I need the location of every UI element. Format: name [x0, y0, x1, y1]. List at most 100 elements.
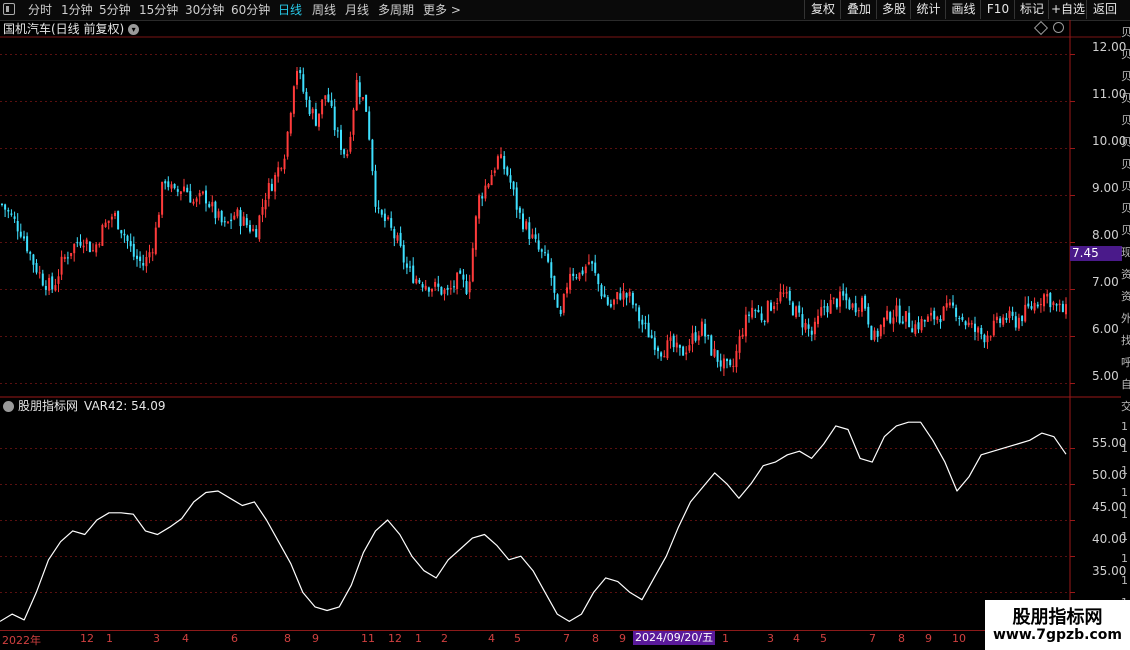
candle-body — [274, 175, 277, 192]
candle-body — [983, 334, 986, 343]
candle-body — [107, 220, 110, 223]
candle-body — [870, 325, 873, 340]
candle-body — [1052, 302, 1055, 305]
candle-body — [700, 321, 703, 336]
date-tick: 2022年 — [2, 634, 41, 647]
side-strip-char: 贝 — [1121, 48, 1130, 61]
candle-body — [657, 347, 659, 352]
side-strip-char: 贝 — [1121, 202, 1130, 215]
date-tick: 6 — [231, 632, 238, 645]
candle-body — [179, 191, 182, 195]
candle-body — [980, 328, 983, 335]
candle-body — [685, 352, 688, 355]
candle-body — [333, 106, 336, 131]
candle-body — [201, 191, 204, 194]
candle-body — [544, 252, 546, 254]
settings-icon[interactable] — [1053, 22, 1064, 33]
candle-body — [842, 291, 845, 296]
date-tick: 5 — [514, 632, 521, 645]
candle-body — [88, 241, 91, 253]
indicator-title: 股朋指标网 VAR42: 54.09 — [3, 398, 165, 414]
candle-body — [867, 306, 870, 325]
last-price-tag: 7.45 — [1070, 246, 1122, 261]
candle-body — [230, 219, 233, 222]
candle-body — [437, 283, 440, 287]
candle-body — [324, 95, 327, 100]
candle-body — [653, 337, 656, 350]
candle-body — [418, 280, 421, 283]
date-tick: 8 — [592, 632, 599, 645]
candle-body — [591, 261, 594, 264]
candle-body — [512, 181, 515, 190]
candle-body — [1, 204, 3, 205]
candle-body — [845, 293, 848, 301]
side-strip-char: 1 — [1121, 486, 1128, 499]
candle-body — [660, 352, 663, 357]
candle-body — [311, 108, 314, 114]
candle-body — [650, 335, 653, 338]
candle-body — [584, 266, 587, 274]
date-tick: 12 — [388, 632, 402, 645]
candle-body — [559, 309, 562, 314]
candle-body — [817, 315, 819, 324]
candle-body — [525, 221, 528, 229]
candle-body — [587, 262, 590, 265]
candle-body — [70, 253, 73, 257]
candle-body — [233, 215, 236, 220]
candle-body — [205, 190, 207, 204]
candle-body — [773, 306, 776, 309]
candle-body — [66, 257, 69, 259]
side-strip-char: 1 — [1121, 574, 1128, 587]
side-info-strip: 贝贝贝贝贝贝贝贝贝贝现资资外找呼自交111111111 — [1121, 20, 1130, 630]
candle-body — [854, 303, 857, 313]
candle-body — [245, 218, 248, 226]
candle-body — [336, 130, 339, 132]
date-tick: 5 — [820, 632, 827, 645]
candle-body — [936, 316, 939, 320]
candle-body — [553, 275, 556, 293]
candle-body — [415, 278, 418, 284]
candle-body — [713, 348, 716, 357]
candle-body — [1030, 306, 1033, 309]
date-tick: 4 — [182, 632, 189, 645]
candle-body — [13, 216, 16, 219]
candle-body — [19, 231, 22, 237]
candle-body — [1058, 303, 1061, 306]
candle-body — [757, 310, 760, 312]
date-tick: 11 — [361, 632, 375, 645]
candle-body — [493, 170, 496, 173]
side-strip-char: 贝 — [1121, 180, 1130, 193]
candle-body — [4, 204, 7, 210]
price-tick: 9.00 — [1092, 181, 1119, 195]
date-tick: 8 — [898, 632, 905, 645]
candle-body — [999, 318, 1002, 323]
candle-body — [995, 316, 998, 321]
candle-body — [876, 330, 879, 337]
indicator-value: VAR42: 54.09 — [84, 399, 166, 413]
side-strip-char: 贝 — [1121, 70, 1130, 83]
candle-body — [892, 317, 895, 324]
candle-body — [440, 286, 443, 295]
candle-body — [594, 262, 597, 273]
candle-body — [760, 313, 763, 321]
candle-body — [678, 344, 681, 348]
candle-body — [283, 158, 286, 170]
candle-body — [782, 292, 785, 294]
candle-body — [368, 111, 371, 140]
candle-body — [459, 270, 462, 274]
candle-body — [832, 297, 835, 299]
candle-body — [506, 167, 509, 175]
candle-body — [361, 97, 364, 100]
candle-body — [198, 193, 201, 197]
indicator-menu-icon[interactable] — [3, 401, 14, 412]
candle-body — [886, 310, 889, 320]
chart-canvas[interactable] — [0, 0, 1130, 650]
candle-body — [136, 255, 138, 259]
candle-body — [371, 139, 374, 172]
candle-body — [79, 241, 82, 246]
candle-body — [10, 213, 13, 215]
candle-body — [383, 213, 386, 221]
candle-body — [421, 284, 424, 288]
chevron-down-icon[interactable]: ▾ — [128, 24, 140, 35]
side-strip-char: 贝 — [1121, 92, 1130, 105]
